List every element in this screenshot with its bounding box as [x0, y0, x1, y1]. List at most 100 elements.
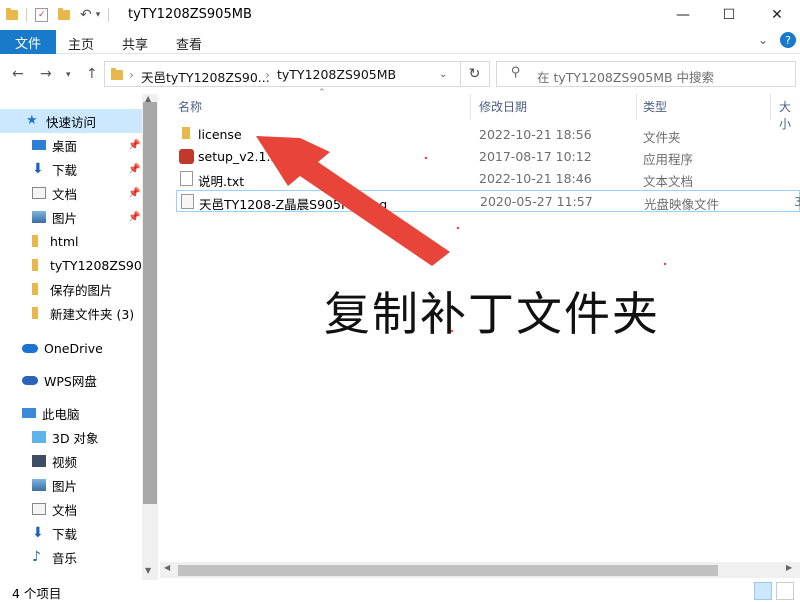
nav-folder-saved-pictures[interactable]: 保存的图片	[0, 277, 142, 301]
status-bar: 4 个项目	[0, 580, 800, 602]
file-row[interactable]: 说明.txt 2022-10-21 18:46 文本文档	[176, 168, 800, 190]
title-bar: ✓ ↶ ▾ tyTY1208ZS905MB — ☐ ✕	[0, 0, 800, 30]
nav-label: 此电脑	[42, 406, 80, 422]
pin-icon: 📌	[128, 139, 141, 151]
scroll-down-icon[interactable]: ▼	[145, 566, 151, 575]
file-type: 文件夹	[643, 130, 681, 145]
new-folder-icon[interactable]	[58, 8, 70, 20]
folder-icon	[182, 127, 190, 139]
file-name: 天邑TY1208-Z晶晨S905M...img	[199, 197, 388, 212]
nav-pictures[interactable]: 图片 📌	[0, 205, 142, 229]
nav-folder-tyty[interactable]: tyTY1208ZS905	[0, 253, 142, 277]
address-dropdown-icon[interactable]: ⌄	[439, 69, 447, 80]
quick-access-toolbar: ✓ ↶ ▾	[6, 6, 110, 24]
nav-label: 音乐	[52, 550, 78, 566]
maximize-button[interactable]: ☐	[706, 0, 752, 30]
close-button[interactable]: ✕	[754, 0, 800, 30]
nav-label: OneDrive	[44, 340, 103, 356]
scroll-up-icon[interactable]: ▲	[145, 94, 151, 103]
chevron-down-icon[interactable]: ⌄	[758, 33, 768, 47]
pin-icon: 📌	[128, 187, 141, 199]
nav-this-pc[interactable]: 此电脑	[0, 401, 142, 425]
refresh-button[interactable]: ↻	[460, 61, 490, 87]
nav-music[interactable]: ♪ 音乐	[0, 545, 142, 569]
properties-icon[interactable]: ✓	[35, 8, 48, 22]
recent-locations-icon[interactable]: ▾	[66, 70, 71, 80]
file-row[interactable]: license 2022-10-21 18:56 文件夹	[176, 124, 800, 146]
computer-icon	[22, 408, 36, 418]
music-icon: ♪	[32, 549, 41, 565]
file-row[interactable]: 天邑TY1208-Z晶晨S905M...img 2020-05-27 11:57…	[176, 190, 800, 212]
up-icon[interactable]: ↑	[86, 66, 98, 82]
navigation-pane: ★ 快速访问 桌面 📌 ⬇ 下载 📌 文档 📌 图片 📌 html tyTY12…	[0, 94, 158, 580]
horizontal-scrollbar-thumb[interactable]	[178, 565, 718, 576]
tab-share[interactable]: 共享	[122, 34, 148, 53]
nav-wps[interactable]: WPS网盘	[0, 368, 142, 392]
column-divider[interactable]	[470, 94, 471, 120]
tab-file[interactable]: 文件	[0, 30, 56, 54]
undo-icon[interactable]: ↶	[80, 7, 92, 23]
breadcrumb-item[interactable]: 天邑tyTY1208ZS90...	[141, 67, 270, 86]
column-divider[interactable]	[636, 94, 637, 120]
nav-documents[interactable]: 文档 📌	[0, 181, 142, 205]
nav-desktop[interactable]: 桌面 📌	[0, 133, 142, 157]
breadcrumb-item[interactable]: tyTY1208ZS905MB	[277, 67, 396, 82]
cloud-icon	[22, 343, 38, 353]
cloud-icon	[22, 375, 38, 385]
pin-icon: 📌	[128, 163, 141, 175]
nav-label: 图片	[52, 478, 78, 494]
document-icon	[32, 187, 46, 199]
column-header-name[interactable]: 名称	[178, 98, 202, 115]
tab-home[interactable]: 主页	[68, 34, 94, 53]
nav-quick-access[interactable]: ★ 快速访问	[0, 109, 142, 133]
address-bar[interactable]: › 天邑tyTY1208ZS90... › tyTY1208ZS905MB ⌄	[104, 61, 461, 87]
file-name: 说明.txt	[198, 174, 245, 189]
nav-videos[interactable]: 视频	[0, 449, 142, 473]
pin-icon: 📌	[128, 211, 141, 223]
address-row: ← → ▾ ↑ › 天邑tyTY1208ZS90... › tyTY1208ZS…	[0, 54, 800, 94]
desktop-icon	[32, 140, 46, 150]
breadcrumb-separator: ›	[265, 67, 270, 82]
nav-label: 文档	[52, 502, 78, 518]
nav-folder-html[interactable]: html	[0, 229, 142, 253]
large-icons-view-button[interactable]	[776, 582, 794, 600]
column-header-date[interactable]: 修改日期	[479, 98, 527, 115]
download-icon: ⬇	[32, 525, 44, 541]
item-count: 4 个项目	[12, 586, 62, 601]
search-icon: ⚲	[511, 65, 521, 80]
forward-icon[interactable]: →	[40, 66, 52, 82]
search-input[interactable]: ⚲ 在 tyTY1208ZS905MB 中搜索	[496, 61, 796, 87]
nav-downloads[interactable]: ⬇ 下载 📌	[0, 157, 142, 181]
nav-label: 保存的图片	[50, 282, 113, 298]
nav-folder-new-3[interactable]: 新建文件夹 (3)	[0, 301, 142, 325]
column-divider[interactable]	[770, 94, 771, 120]
folder-icon	[6, 8, 18, 20]
details-view-button[interactable]	[754, 582, 772, 600]
back-icon[interactable]: ←	[12, 66, 24, 82]
nav-pc-documents[interactable]: 文档	[0, 497, 142, 521]
tab-view[interactable]: 查看	[176, 34, 202, 53]
text-file-icon	[180, 171, 193, 186]
nav-label: tyTY1208ZS905	[50, 257, 142, 273]
nav-pc-downloads[interactable]: ⬇ 下载	[0, 521, 142, 545]
help-icon[interactable]: ?	[780, 32, 796, 48]
scroll-right-icon[interactable]: ▶	[786, 563, 792, 572]
column-header-type[interactable]: 类型	[643, 98, 667, 115]
annotation-text: 复制补丁文件夹	[324, 287, 660, 341]
nav-pc-pictures[interactable]: 图片	[0, 473, 142, 497]
scroll-left-icon[interactable]: ◀	[164, 563, 170, 572]
folder-icon	[32, 307, 38, 319]
nav-onedrive[interactable]: OneDrive	[0, 336, 142, 360]
customize-quick-access-icon[interactable]: ▾	[96, 10, 101, 20]
file-type: 应用程序	[643, 152, 694, 167]
folder-icon	[32, 259, 38, 271]
file-name: license	[198, 127, 242, 142]
file-row[interactable]: setup_v2.1.2 2017-08-17 10:12 应用程序	[176, 146, 800, 168]
nav-scrollbar-thumb[interactable]	[143, 102, 157, 504]
3d-objects-icon	[32, 431, 46, 443]
nav-3d-objects[interactable]: 3D 对象	[0, 425, 142, 449]
file-date: 2020-05-27 11:57	[480, 194, 593, 209]
video-icon	[32, 455, 46, 467]
folder-icon	[32, 283, 38, 295]
minimize-button[interactable]: —	[660, 0, 706, 30]
